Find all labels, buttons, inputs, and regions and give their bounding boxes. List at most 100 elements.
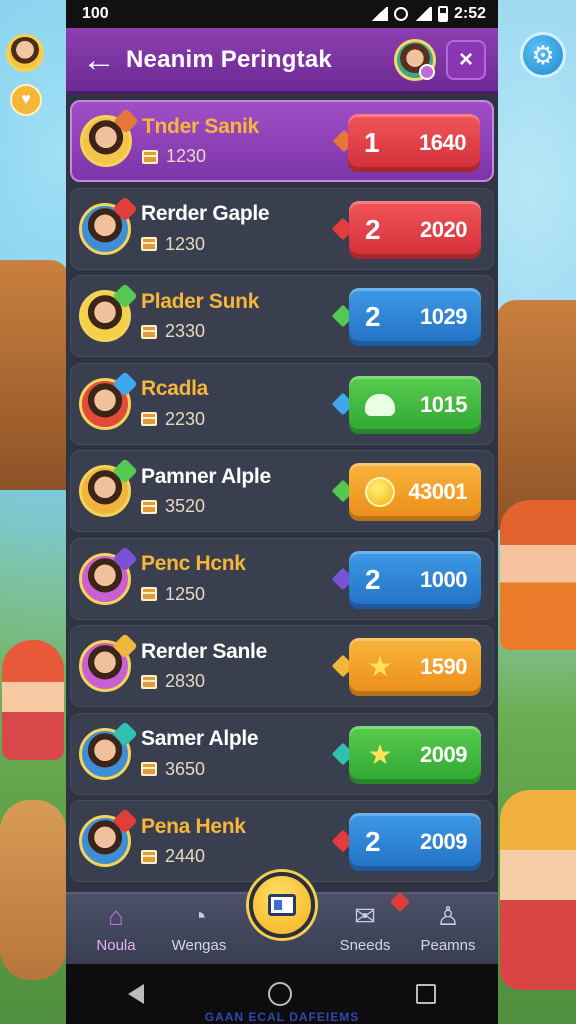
user-avatar[interactable] [394,38,436,81]
star-icon: ★ [367,738,393,770]
alarm-icon [393,7,408,21]
player-info: Samer Alple 3650 [141,727,321,779]
chest-icon [141,587,157,602]
nav-item-label: Noula [96,937,136,954]
rank-value-pill[interactable]: 1 1640 [348,114,480,172]
leaderboard-row[interactable]: Plader Sunk 2330 2 1029 [70,275,494,357]
background-hut-left [0,260,70,490]
rank-value: 2020 [420,216,467,242]
leaderboard-row[interactable]: Rcadla 2230 1015 [70,362,494,445]
player-score: 2330 [141,321,321,342]
player-info: Rcadla 2230 [141,377,321,429]
player-score: 1250 [141,584,321,605]
close-button[interactable]: × [446,39,486,80]
person-icon: ♙ [436,900,460,931]
background-character [2,640,64,760]
player-avatar [79,283,138,342]
nav-item-peamns[interactable]: ♙ Peamns [410,900,486,955]
signal-icon [413,7,432,21]
leaderboard-row[interactable]: Rerder Sanle 2830 ★ 1590 [70,625,494,707]
avatar-badge-icon [112,195,138,222]
signal-icon [369,7,388,21]
back-arrow-icon[interactable]: ← [82,43,126,77]
nav-item-sneeds[interactable]: ✉ Sneeds [327,892,410,954]
rank-value-pill[interactable]: 2 2009 [349,813,481,871]
system-home-icon[interactable] [268,982,292,1006]
player-avatar [79,633,138,692]
background-character [500,790,576,990]
rank-number: 2 [365,826,381,857]
rank-value: 2009 [420,741,467,767]
player-name: Tnder Sanik [142,114,259,138]
chest-icon [141,237,157,252]
leaderboard-panel: ← Neanim Peringtak × Tnder Sanik 1230 1 164… [66,28,498,964]
rank-value-pill[interactable]: 2 1000 [349,550,481,609]
leaderboard-header: ← Neanim Peringtak × [66,28,498,94]
nav-item-wengas[interactable]: ◔ Wengas [161,901,237,955]
avatar-badge-icon [112,545,138,572]
leaderboard-row[interactable]: Rerder Gaple 1230 2 2020 [70,187,494,270]
star-icon: ★ [367,651,393,682]
player-avatar-button[interactable] [6,34,44,72]
gear-icon: ⚙ [531,39,555,70]
rank-value-pill[interactable]: 43001 [349,463,481,521]
rank-value: 1640 [419,130,466,155]
player-name: Pena Henk [141,814,246,838]
player-name: Rerder Sanle [141,639,267,663]
rank-value-pill[interactable]: ★ 2009 [349,725,481,784]
avatar-badge-icon [113,108,139,134]
card-icon [268,894,296,916]
rank-value: 43001 [408,479,467,504]
rank-number: 2 [365,213,381,245]
coin-icon [365,477,395,507]
player-avatar [79,720,138,780]
rank-value-pill[interactable]: 2 2020 [349,200,481,259]
rank-value-pill[interactable]: 2 1029 [349,288,481,346]
nav-item-label: Wengas [171,937,227,954]
page-title: Neanim Peringtak [126,45,332,73]
leaderboard-row[interactable]: Pena Henk 2440 2 2009 [70,800,494,882]
player-avatar [80,108,139,167]
chest-icon [141,499,157,514]
nav-item-label: Peamns [420,937,476,954]
player-info: Rerder Gaple 1230 [141,202,321,254]
player-name: Plader Sunk [141,289,260,313]
settings-button[interactable]: ⚙ [520,32,566,78]
status-left-text: 100 [82,5,109,22]
leaderboard-row[interactable]: Penc Hcnk 1250 2 1000 [70,537,494,620]
leaderboard-row[interactable]: Tnder Sanik 1230 1 1640 [70,100,494,182]
heart-icon[interactable]: ♥ [10,84,42,116]
system-recents-icon[interactable] [416,984,436,1004]
rank-value: 1015 [420,391,467,417]
player-name: Pamner Alple [141,464,271,488]
player-name: Rerder Gaple [141,202,270,226]
player-score-value: 3520 [165,496,206,517]
player-score-value: 1250 [165,583,206,604]
rank-value: 2009 [420,829,467,854]
player-score: 2230 [141,409,321,430]
avatar-badge-icon [112,458,138,484]
player-info: Rerder Sanle 2830 [141,640,321,692]
player-info: Plader Sunk 2330 [141,290,321,342]
rank-value-pill[interactable]: ★ 1590 [349,638,481,696]
leaderboard-row[interactable]: Samer Alple 3650 ★ 2009 [70,712,494,795]
rank-value: 1000 [420,566,467,592]
player-score: 2830 [141,671,321,692]
nav-item-noula[interactable]: ⌂ Noula [78,901,154,955]
status-time: 2:52 [453,5,486,22]
rank-value: 1029 [420,304,467,329]
center-play-button[interactable] [249,872,315,938]
system-back-icon[interactable] [128,984,144,1004]
player-score-value: 2230 [165,408,206,429]
footer-text: GAAN ECAL DAFEIEMS [204,1010,360,1024]
player-info: Pena Henk 2440 [141,815,321,867]
rank-value-pill[interactable]: 1015 [349,375,481,434]
leaderboard-row[interactable]: Pamner Alple 3520 43001 [70,450,494,532]
background-hut-right [496,300,576,530]
player-avatar [79,458,138,517]
player-name: Penc Hcnk [141,552,246,576]
player-score: 1230 [141,234,321,255]
chest-icon [141,412,157,427]
player-score: 2440 [141,846,321,867]
player-score-value: 3650 [165,758,206,779]
